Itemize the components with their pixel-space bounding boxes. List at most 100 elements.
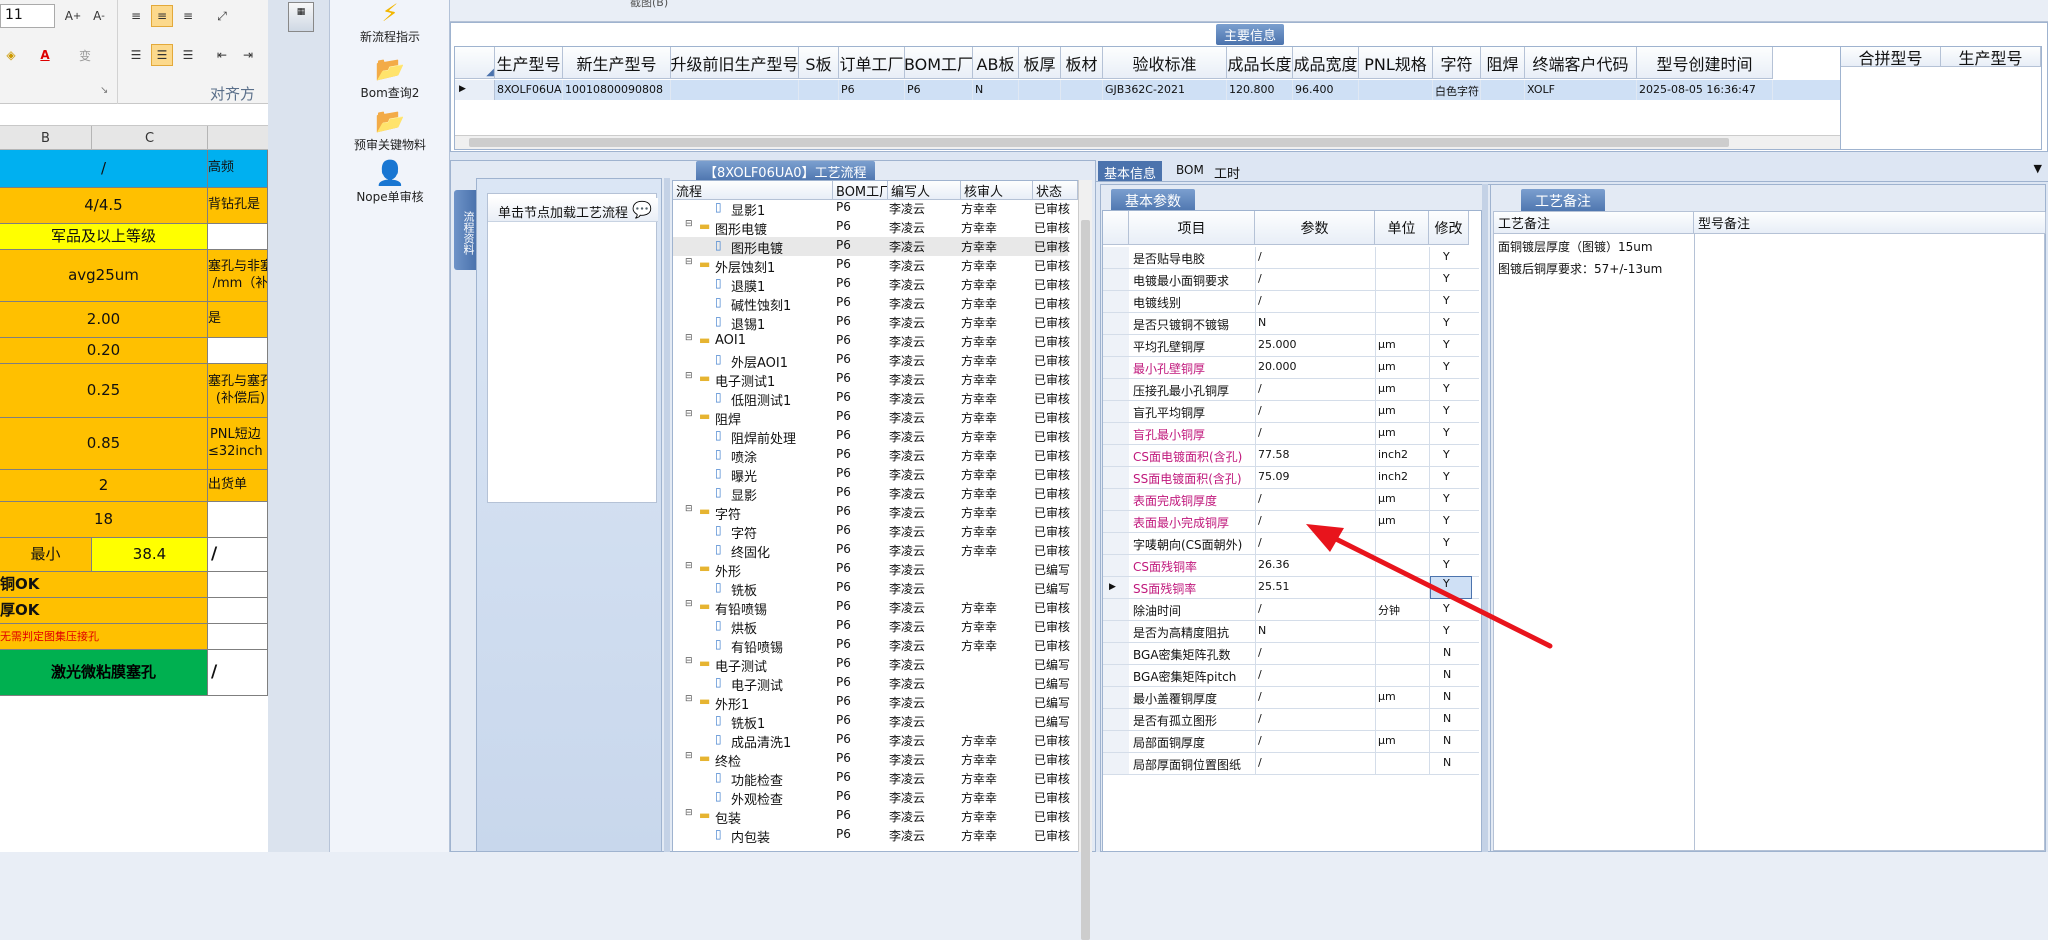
grid-cell[interactable]: 白色字符	[1433, 80, 1481, 100]
cell-c[interactable]	[208, 624, 268, 650]
tree-row[interactable]: ▬ ⊟ 电子测试 P6 李凌云 已编写	[673, 655, 1070, 675]
param-modify[interactable]: N	[1443, 690, 1451, 703]
grid-hscrollbar[interactable]	[455, 135, 1843, 149]
param-value[interactable]: N	[1258, 624, 1266, 637]
collapse-toggle-icon[interactable]: ⊟	[685, 751, 693, 761]
collapse-toggle-icon[interactable]: ⊟	[685, 333, 693, 343]
param-modify[interactable]: Y	[1443, 272, 1450, 285]
collapse-toggle-icon[interactable]: ⊟	[685, 257, 693, 267]
grid-col-header[interactable]: 阻焊	[1481, 47, 1525, 79]
collapse-toggle-icon[interactable]: ⊟	[685, 599, 693, 609]
formula-bar[interactable]	[0, 104, 268, 126]
cell-c[interactable]: 是	[208, 302, 268, 338]
collapse-toggle-icon[interactable]: ⊟	[685, 694, 693, 704]
cell-c[interactable]	[208, 502, 268, 538]
param-value[interactable]: /	[1258, 492, 1262, 505]
grid-cell[interactable]: XOLF	[1525, 80, 1637, 100]
row-selector[interactable]	[1103, 731, 1129, 752]
cell-c[interactable]: /	[208, 538, 268, 572]
tab-basic-info[interactable]: 基本信息	[1098, 161, 1163, 182]
grid-col-header[interactable]: PNL规格	[1359, 47, 1433, 79]
tree-row[interactable]: ▯ 显影 P6 李凌云 方幸幸 已审核	[673, 484, 1070, 504]
row-selector-icon[interactable]: ▶	[455, 80, 495, 100]
collapse-toggle-icon[interactable]: ⊟	[685, 561, 693, 571]
param-modify[interactable]: Y	[1443, 426, 1450, 439]
collapse-toggle-icon[interactable]: ⊟	[685, 808, 693, 818]
param-row[interactable]: 电镀最小面铜要求 / Y	[1103, 269, 1479, 291]
align-right-icon[interactable]: ☰	[177, 44, 199, 66]
row-selector-icon[interactable]: ▶	[1103, 577, 1129, 598]
dialog-launcher-icon[interactable]: ↘	[100, 85, 108, 96]
collapse-toggle-icon[interactable]: ⊟	[685, 219, 693, 229]
tree-col-header[interactable]: BOM工厂	[833, 181, 888, 200]
cell-c[interactable]: 塞孔与非塞 /mm（补	[208, 250, 268, 302]
row-selector[interactable]	[1103, 335, 1129, 356]
row-selector[interactable]	[1103, 599, 1129, 620]
param-row[interactable]: 压接孔最小孔铜厚 / μm Y	[1103, 379, 1479, 401]
row-selector[interactable]	[1103, 753, 1129, 774]
column-c-header[interactable]: C	[92, 126, 208, 150]
launcher-item-nope-review[interactable]: 👤 Nope单审核	[330, 160, 450, 205]
row-selector[interactable]	[1103, 621, 1129, 642]
collapse-toggle-icon[interactable]: ⊟	[685, 504, 693, 514]
grid-cell[interactable]	[1481, 80, 1525, 100]
grid-col-header[interactable]: BOM工厂	[905, 47, 973, 79]
tree-row[interactable]: ▯ 有铅喷锡 P6 李凌云 方幸幸 已审核	[673, 636, 1070, 656]
tree-scrollbar[interactable]	[1078, 180, 1092, 940]
param-value[interactable]: 75.09	[1258, 470, 1290, 483]
row-selector[interactable]	[1103, 401, 1129, 422]
tree-row[interactable]: ▬ ⊟ 包装 P6 李凌云 方幸幸 已审核	[673, 807, 1070, 827]
grid-col-header[interactable]: 字符	[1433, 47, 1481, 79]
vertical-tab-process[interactable]: 流程资料	[454, 190, 476, 270]
param-value[interactable]: 25.000	[1258, 338, 1297, 351]
cell-b[interactable]: 厚OK	[0, 598, 208, 624]
tree-row[interactable]: ▯ 外层AOI1 P6 李凌云 方幸幸 已审核	[673, 351, 1070, 371]
tree-row[interactable]: ▯ 成品清洗1 P6 李凌云 方幸幸 已审核	[673, 731, 1070, 751]
param-value[interactable]: /	[1258, 426, 1262, 439]
param-value[interactable]: /	[1258, 756, 1262, 769]
param-row[interactable]: 局部面铜厚度 / μm N	[1103, 731, 1479, 753]
param-row[interactable]: SS面电镀面积(含孔) 75.09 inch2 Y	[1103, 467, 1479, 489]
param-value[interactable]: /	[1258, 250, 1262, 263]
grid-cell[interactable]: N	[973, 80, 1019, 100]
param-row[interactable]: 表面完成铜厚度 / μm Y	[1103, 489, 1479, 511]
param-value[interactable]: /	[1258, 712, 1262, 725]
grid-col-header[interactable]: 型号创建时间	[1637, 47, 1773, 79]
tree-row[interactable]: ▬ ⊟ 字符 P6 李凌云 方幸幸 已审核	[673, 503, 1070, 523]
fill-color-icon[interactable]: ◈	[0, 44, 22, 66]
grid-data-row[interactable]: ▶ 8XOLF06UA0 10010800090808 P6 P6 N GJB362C-20…	[455, 80, 1843, 100]
param-modify[interactable]: N	[1443, 712, 1451, 725]
splitter-right[interactable]	[1482, 184, 1488, 852]
row-selector[interactable]	[1103, 643, 1129, 664]
merge-col-header[interactable]: 生产型号	[1941, 47, 2041, 67]
grid-cell[interactable]	[1359, 80, 1433, 100]
grid-col-header[interactable]: 订单工厂	[839, 47, 905, 79]
node-list-box[interactable]: 单击节点加载工艺流程 💬	[487, 193, 658, 503]
param-row[interactable]: 最小孔壁铜厚 20.000 μm Y	[1103, 357, 1479, 379]
param-modify[interactable]: N	[1443, 668, 1451, 681]
column-b-header[interactable]: B	[0, 126, 92, 150]
param-modify[interactable]: Y	[1443, 338, 1450, 351]
cell-c[interactable]: /	[208, 650, 268, 696]
cell-b[interactable]: 最小	[0, 538, 92, 572]
grid-cell[interactable]	[799, 80, 839, 100]
cell-c-value[interactable]: 38.4	[92, 538, 208, 572]
grid-col-header[interactable]: 终端客户代码	[1525, 47, 1637, 79]
tree-row[interactable]: ▯ 图形电镀 P6 李凌云 方幸幸 已审核	[673, 237, 1070, 257]
orientation-icon[interactable]: ⤢	[211, 5, 233, 27]
calculator-icon[interactable]: ▦	[288, 2, 314, 32]
param-value[interactable]: /	[1258, 602, 1262, 615]
param-value[interactable]: /	[1258, 294, 1262, 307]
collapse-toggle-icon[interactable]: ⊟	[685, 409, 693, 419]
model-remark-col-header[interactable]: 型号备注	[1694, 212, 2046, 234]
tree-row[interactable]: ▯ 终固化 P6 李凌云 方幸幸 已审核	[673, 541, 1070, 561]
param-value[interactable]: 77.58	[1258, 448, 1290, 461]
param-col-header[interactable]: 修改	[1429, 211, 1469, 245]
cell-b[interactable]: 18	[0, 502, 208, 538]
row-selector[interactable]	[1103, 313, 1129, 334]
cell-c[interactable]: PNL短边 ≤32inch	[208, 418, 268, 470]
row-selector[interactable]	[1103, 291, 1129, 312]
tree-row[interactable]: ▬ ⊟ 图形电镀 P6 李凌云 方幸幸 已审核	[673, 218, 1070, 238]
tree-row[interactable]: ▯ 阻焊前处理 P6 李凌云 方幸幸 已审核	[673, 427, 1070, 447]
cell-c[interactable]	[208, 598, 268, 624]
